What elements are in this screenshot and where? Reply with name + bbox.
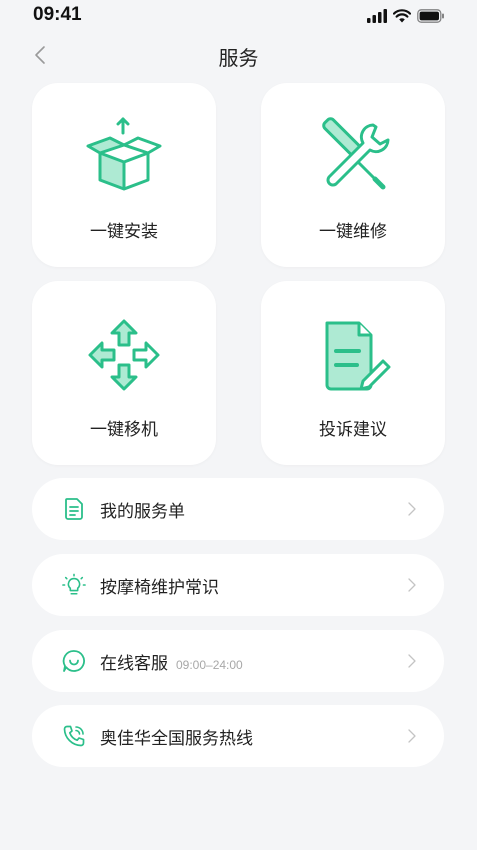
row-label: 在线客服 09:00–24:00: [100, 649, 243, 674]
row-label: 我的服务单: [100, 502, 185, 522]
nav-bar: 服务: [0, 36, 477, 76]
chevron-right-icon: [406, 576, 418, 594]
wifi-icon: [392, 8, 412, 27]
online-service-label: 在线客服: [100, 654, 168, 674]
document-edit-icon: [313, 315, 393, 395]
repair-card[interactable]: 一键维修: [261, 83, 445, 267]
phone-icon: [62, 724, 86, 748]
online-service-row[interactable]: 在线客服 09:00–24:00: [32, 630, 444, 692]
status-bar: 09:41: [0, 0, 477, 32]
hotline-row[interactable]: 奥佳华全国服务热线: [32, 705, 444, 767]
chevron-right-icon: [406, 727, 418, 745]
status-icons: [367, 8, 445, 27]
lightbulb-icon: [62, 573, 86, 597]
box-upload-icon: [84, 117, 164, 197]
row-label: 奥佳华全国服务热线: [100, 729, 253, 749]
chevron-right-icon: [406, 500, 418, 518]
page-title: 服务: [218, 46, 259, 70]
chat-bubble-icon: [62, 649, 86, 673]
card-label: 一键移机: [90, 420, 158, 440]
signal-icon: [367, 8, 387, 27]
status-time: 09:41: [33, 4, 82, 25]
complaint-card[interactable]: 投诉建议: [261, 281, 445, 465]
move-arrows-icon: [84, 315, 164, 395]
relocate-card[interactable]: 一键移机: [32, 281, 216, 465]
service-hours: 09:00–24:00: [176, 658, 243, 672]
card-label: 投诉建议: [319, 420, 387, 440]
battery-icon: [417, 8, 445, 27]
chevron-right-icon: [406, 652, 418, 670]
order-document-icon: [62, 497, 86, 521]
install-card[interactable]: 一键安装: [32, 83, 216, 267]
my-orders-row[interactable]: 我的服务单: [32, 478, 444, 540]
card-label: 一键安装: [90, 222, 158, 242]
row-label: 按摩椅维护常识: [100, 578, 219, 598]
maintenance-tips-row[interactable]: 按摩椅维护常识: [32, 554, 444, 616]
card-label: 一键维修: [319, 222, 387, 242]
tools-icon: [313, 117, 393, 197]
